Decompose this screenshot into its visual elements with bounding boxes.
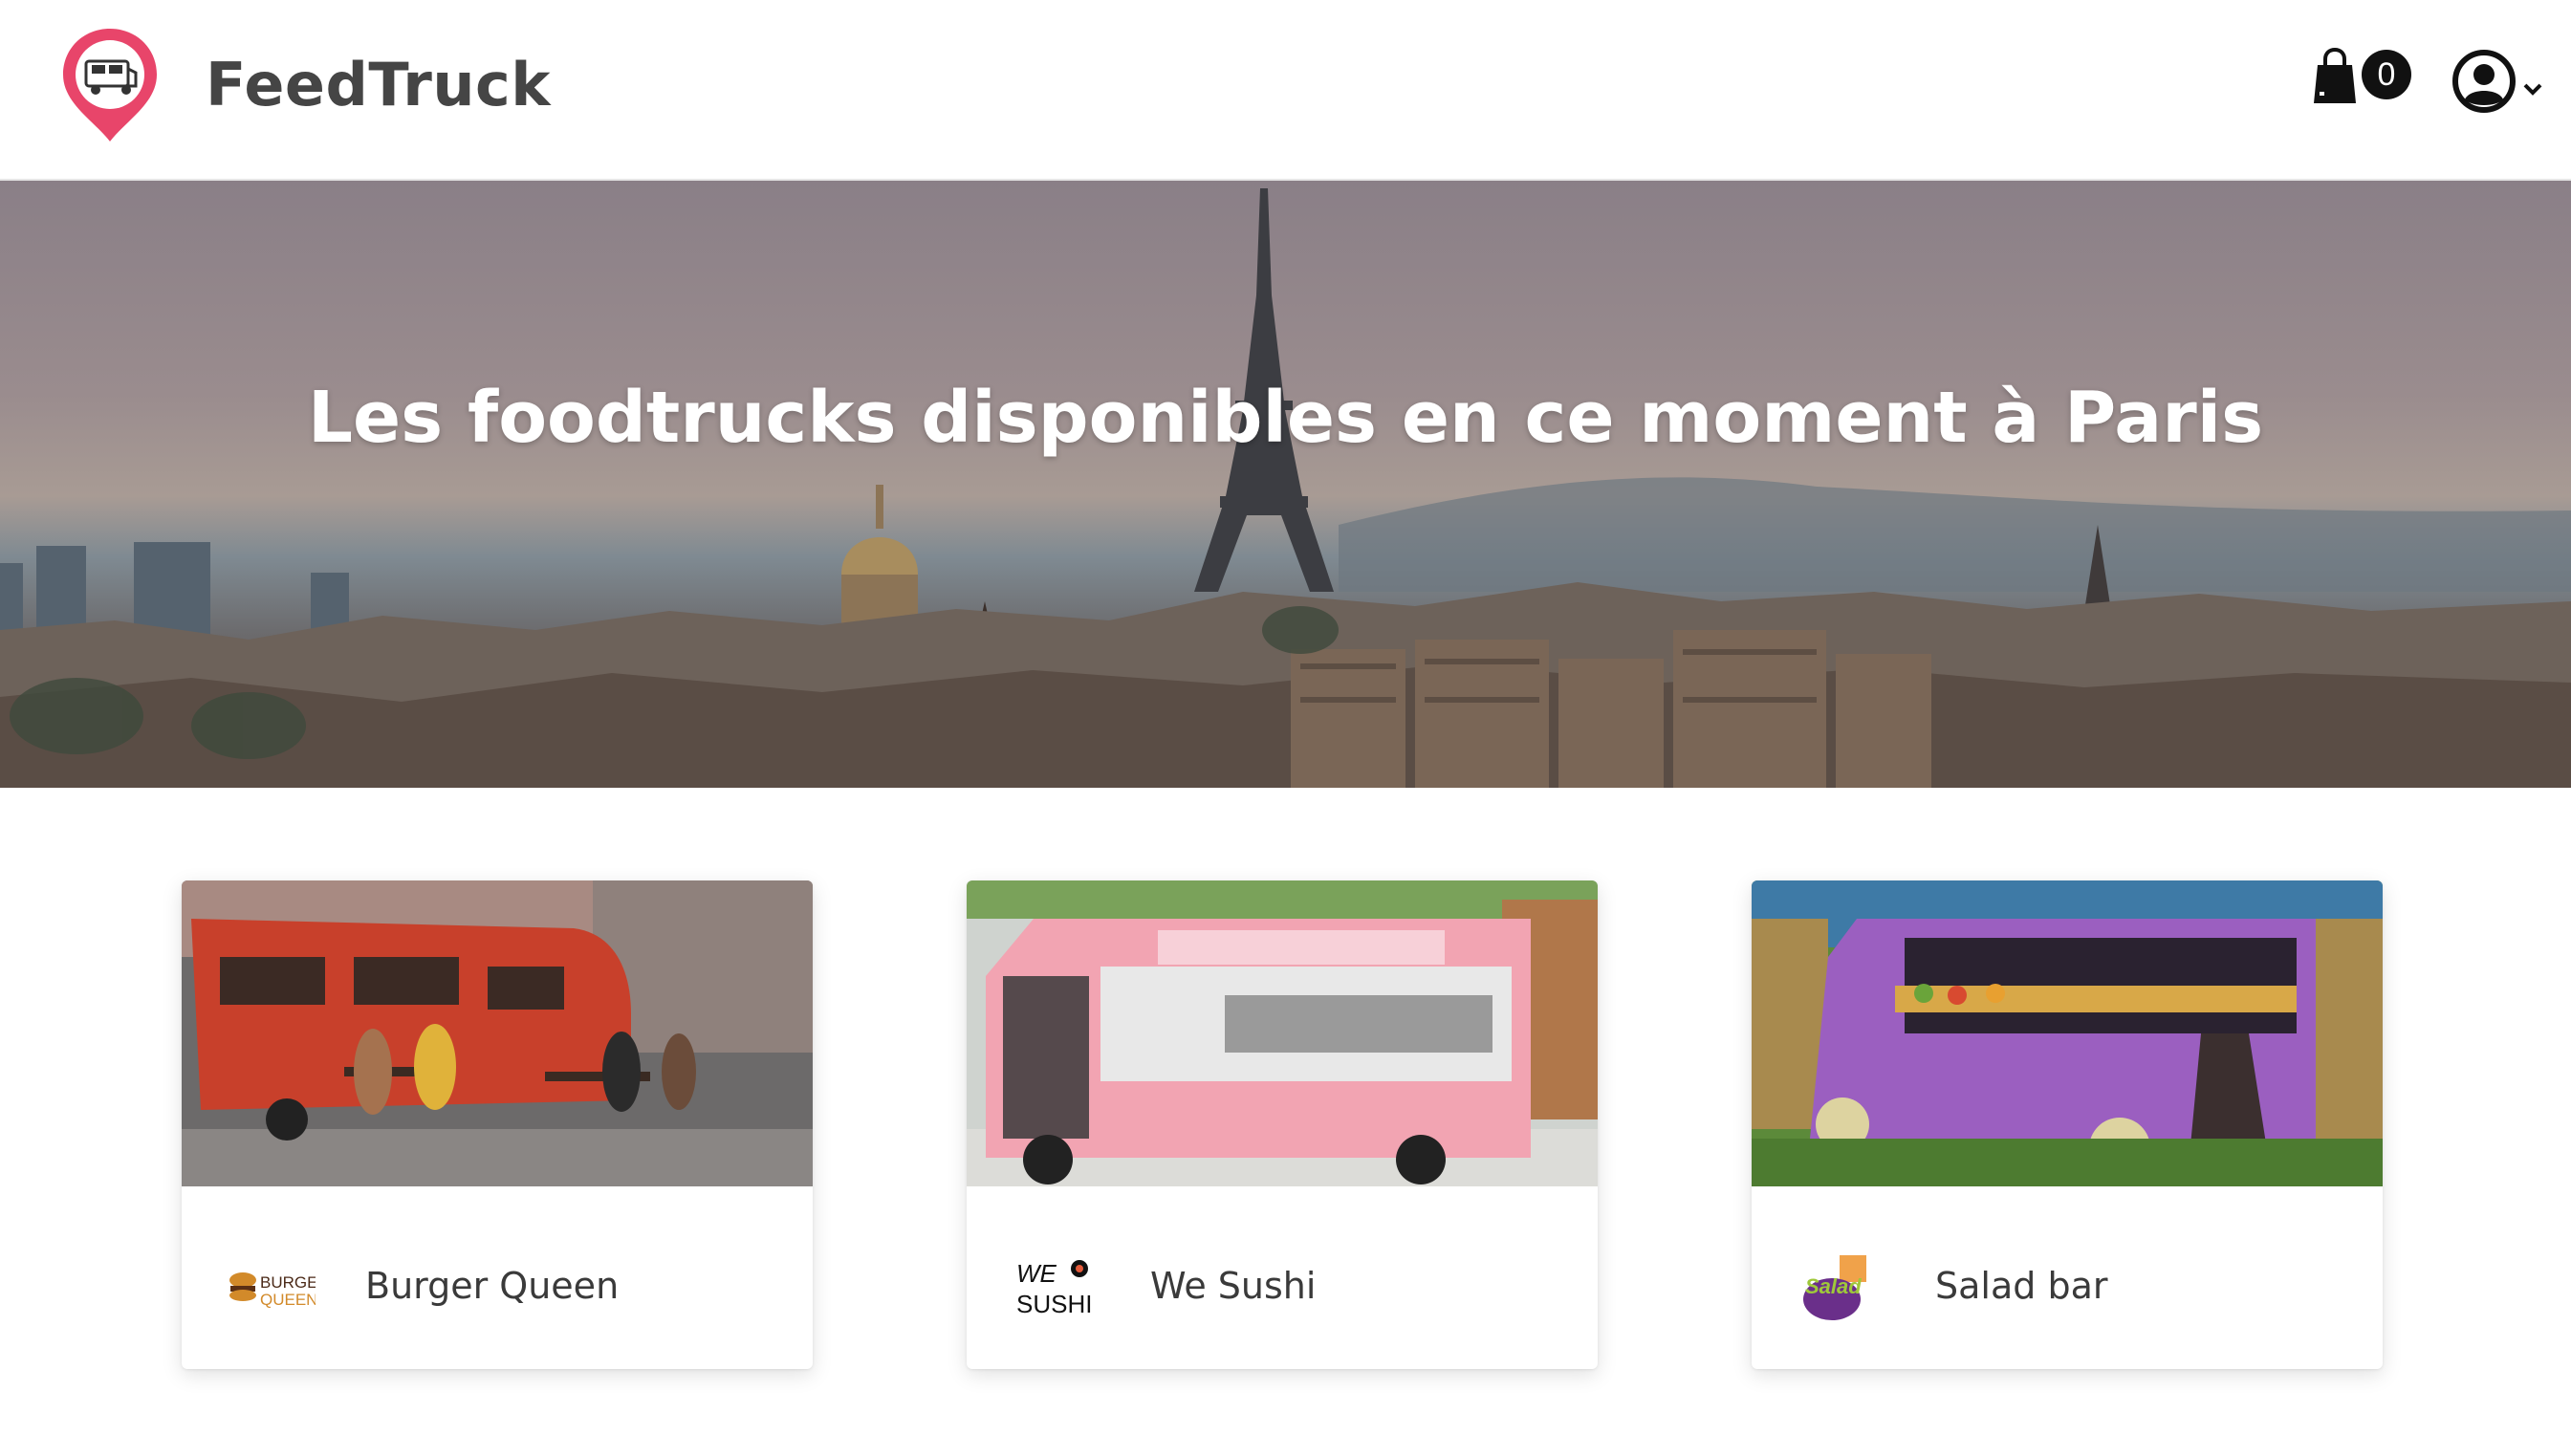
foodtruck-photo: [1752, 880, 2383, 1186]
foodtruck-card-we-sushi[interactable]: WE SUSHI We Sushi: [967, 880, 1598, 1369]
burger-queen-logo-line1: BURGER: [260, 1273, 316, 1292]
feedtruck-logo-icon[interactable]: [59, 25, 161, 145]
we-sushi-logo-line1: WE: [1016, 1259, 1057, 1288]
foodtruck-card-burger-queen[interactable]: BURGER QUEEN Burger Queen: [182, 880, 813, 1369]
we-sushi-logo-icon: WE SUSHI: [1016, 1259, 1092, 1318]
chevron-down-icon[interactable]: [2522, 82, 2543, 96]
foodtruck-card-salad-bar[interactable]: Salad Salad bar: [1752, 880, 2383, 1369]
brand-name[interactable]: FeedTruck: [206, 50, 551, 120]
we-sushi-logo-line2: SUSHI: [1016, 1290, 1092, 1318]
foodtruck-photo: [182, 880, 813, 1186]
card-body: WE SUSHI We Sushi: [967, 1186, 1598, 1369]
foodtruck-name[interactable]: We Sushi: [1150, 1265, 1316, 1307]
top-navbar: FeedTruck 0: [0, 0, 2571, 181]
cart-count-badge[interactable]: 0: [2362, 50, 2411, 99]
hero-title: Les foodtrucks disponibles en ce moment …: [307, 377, 2264, 459]
burger-queen-logo-icon: BURGER QUEEN: [229, 1272, 316, 1309]
salad-bar-logo-text: Salad: [1805, 1274, 1862, 1298]
burger-queen-logo-line2: QUEEN: [260, 1291, 316, 1309]
paris-skyline-image: [0, 188, 2571, 788]
shopping-bag-icon[interactable]: [2312, 48, 2358, 105]
card-body: BURGER QUEEN Burger Queen: [182, 1186, 813, 1369]
hero-banner: Les foodtrucks disponibles en ce moment …: [0, 181, 2571, 788]
card-body: Salad Salad bar: [1752, 1186, 2383, 1369]
salad-bar-logo-icon: Salad: [1803, 1255, 1866, 1320]
foodtruck-name[interactable]: Salad bar: [1935, 1265, 2107, 1307]
foodtruck-photo: [967, 880, 1598, 1186]
foodtruck-name[interactable]: Burger Queen: [365, 1265, 619, 1307]
user-account-icon[interactable]: [2452, 50, 2516, 113]
